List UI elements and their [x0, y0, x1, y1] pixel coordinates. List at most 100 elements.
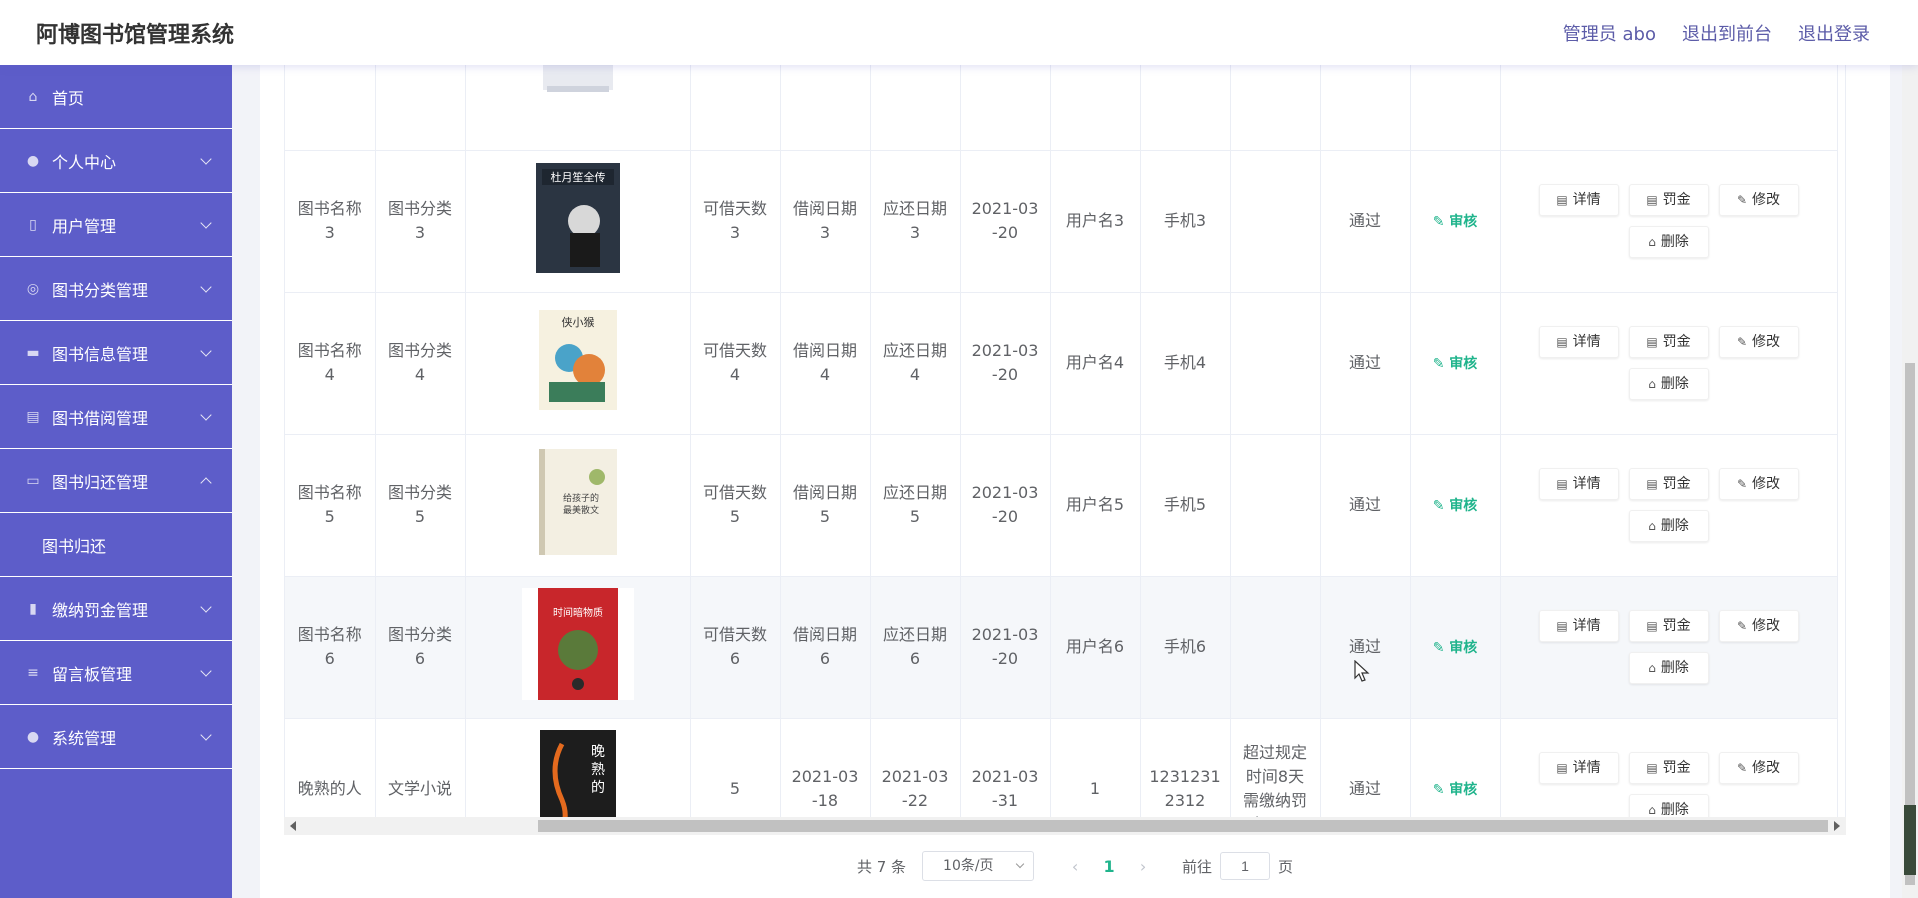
- book-name: 图书名称 6: [285, 576, 376, 719]
- delete-button[interactable]: ⌂ 删除: [1628, 510, 1709, 542]
- borrow-days: 可借天数 3: [690, 150, 781, 293]
- sidebar-item-messages[interactable]: ≡ 留言板管理: [0, 641, 232, 705]
- sidebar-item-books[interactable]: ▬ 图书信息管理: [0, 321, 232, 385]
- bulb-icon: ●: [26, 728, 40, 745]
- detail-button[interactable]: ▤ 详情: [1538, 468, 1619, 500]
- sidebar-item-system[interactable]: ● 系统管理: [0, 705, 232, 769]
- prev-page-icon[interactable]: ‹: [1058, 857, 1092, 876]
- document-icon: ▤: [1556, 335, 1568, 349]
- chevron-down-icon: [200, 281, 212, 293]
- front-link[interactable]: 退出到前台: [1682, 20, 1772, 46]
- horizontal-scrollbar[interactable]: [284, 817, 1846, 835]
- fine-button[interactable]: ▤ 罚金: [1628, 610, 1709, 642]
- document-icon: ▤: [1556, 761, 1568, 775]
- sidebar-item-label: 缴纳罚金管理: [52, 600, 149, 620]
- detail-button-label: 详情: [1572, 476, 1601, 492]
- audit-label: 审核: [1449, 355, 1478, 372]
- edit-button-label: 修改: [1752, 334, 1781, 350]
- edit-button[interactable]: ✎ 修改: [1718, 184, 1799, 216]
- return-date: 2021-03 -20: [960, 434, 1051, 577]
- edit-pen-icon: ✎: [1432, 355, 1445, 372]
- review-status: 通过: [1320, 150, 1411, 293]
- phone: 手机3: [1140, 150, 1231, 293]
- borrow-date: 借阅日期 5: [780, 434, 871, 577]
- audit-button[interactable]: ✎ 审核: [1433, 782, 1478, 798]
- table-row: 晚熟的人文学小说晚熟的莫言 52021-03-182021-03-222021-0…: [285, 718, 1838, 817]
- edit-button[interactable]: ✎ 修改: [1718, 468, 1799, 500]
- delete-button[interactable]: ⌂ 删除: [1628, 794, 1709, 817]
- table-row: [285, 65, 1838, 151]
- sidebar-item-users[interactable]: ▯ 用户管理: [0, 193, 232, 257]
- book-cover-image: 侠小猴: [538, 309, 617, 417]
- page-size-value: 10条/页: [943, 858, 994, 874]
- header-nav: 管理员 abo 退出到前台 退出登录: [1563, 20, 1870, 46]
- delete-button[interactable]: ⌂ 删除: [1628, 652, 1709, 684]
- chevron-down-icon: [200, 217, 212, 229]
- goto-label: 前往: [1182, 857, 1213, 876]
- svg-text:侠小猴: 侠小猴: [561, 315, 594, 329]
- actions-cell: ▤ 详情 ▤ 罚金 ✎ 修改 ⌂ 删除: [1500, 576, 1838, 719]
- document-icon: ▤: [1646, 619, 1658, 633]
- fine-button[interactable]: ▤ 罚金: [1628, 326, 1709, 358]
- scrollbar-thumb[interactable]: [538, 820, 1828, 832]
- detail-button-label: 详情: [1572, 618, 1601, 634]
- delete-button[interactable]: ⌂ 删除: [1628, 226, 1709, 258]
- edit-button-label: 修改: [1752, 618, 1781, 634]
- scroll-right-icon[interactable]: [1834, 821, 1840, 831]
- page-number[interactable]: 1: [1092, 857, 1126, 876]
- audit-button[interactable]: ✎ 审核: [1433, 640, 1478, 656]
- return-date: 2021-03 -20: [960, 150, 1051, 293]
- detail-button[interactable]: ▤ 详情: [1538, 326, 1619, 358]
- review-status: 通过: [1320, 718, 1411, 817]
- goto-page-input[interactable]: [1220, 852, 1271, 880]
- username: 用户名5: [1050, 434, 1141, 577]
- edit-button[interactable]: ✎ 修改: [1718, 752, 1799, 784]
- fine-button-label: 罚金: [1662, 476, 1691, 492]
- document-icon: ▤: [1556, 477, 1568, 491]
- fine-button[interactable]: ▤ 罚金: [1628, 184, 1709, 216]
- edit-button[interactable]: ✎ 修改: [1718, 610, 1799, 642]
- next-page-icon[interactable]: ›: [1126, 857, 1160, 876]
- return-date: 2021-03 -20: [960, 292, 1051, 435]
- fine-button[interactable]: ▤ 罚金: [1628, 468, 1709, 500]
- audit-button[interactable]: ✎ 审核: [1433, 214, 1478, 230]
- document-icon: ▤: [1646, 761, 1658, 775]
- chevron-down-icon: [1015, 859, 1025, 869]
- detail-button[interactable]: ▤ 详情: [1538, 184, 1619, 216]
- remark: [1230, 150, 1321, 293]
- fine-button[interactable]: ▤ 罚金: [1628, 752, 1709, 784]
- audit-button[interactable]: ✎ 审核: [1433, 498, 1478, 514]
- trash-icon: ⌂: [1648, 519, 1656, 533]
- table-row: 图书名称 3 图书分类 3 杜月笙全传 可借天数 3 借阅日期 3 应还日期 3 2021-03 -20…: [285, 150, 1838, 293]
- sidebar-item-home[interactable]: ⌂ 首页: [0, 65, 232, 129]
- scroll-left-icon[interactable]: [290, 821, 296, 831]
- sidebar-item-profile[interactable]: ● 个人中心: [0, 129, 232, 193]
- detail-button[interactable]: ▤ 详情: [1538, 610, 1619, 642]
- remark: 超过规定时间8天需缴纳罚金10元: [1230, 718, 1321, 817]
- edit-button[interactable]: ✎ 修改: [1718, 326, 1799, 358]
- vertical-scrollbar[interactable]: [1902, 65, 1918, 898]
- sidebar-item-return[interactable]: ▭ 图书归还管理: [0, 449, 232, 513]
- sidebar-item-borrow[interactable]: ▤ 图书借阅管理: [0, 385, 232, 449]
- sidebar-subitem-return[interactable]: 图书归还: [0, 513, 232, 577]
- chevron-down-icon: [200, 345, 212, 357]
- sidebar-item-categories[interactable]: ◎ 图书分类管理: [0, 257, 232, 321]
- edit-pen-icon: ✎: [1736, 619, 1748, 633]
- return-table: 图书名称 3 图书分类 3 杜月笙全传 可借天数 3 借阅日期 3 应还日期 3 2021-03 -20…: [284, 65, 1846, 817]
- sidebar-item-fines[interactable]: ▮ 缴纳罚金管理: [0, 577, 232, 641]
- logout-link[interactable]: 退出登录: [1798, 20, 1870, 46]
- delete-button[interactable]: ⌂ 删除: [1628, 368, 1709, 400]
- edit-pen-icon: ✎: [1432, 781, 1445, 798]
- detail-button[interactable]: ▤ 详情: [1538, 752, 1619, 784]
- admin-label[interactable]: 管理员 abo: [1563, 20, 1656, 46]
- audit-label: 审核: [1449, 497, 1478, 514]
- document-icon: ▤: [1556, 193, 1568, 207]
- book-cover: 给孩子的 最美散文: [465, 434, 691, 577]
- remark: [1230, 434, 1321, 577]
- audit-button[interactable]: ✎ 审核: [1433, 356, 1478, 372]
- actions-cell: ▤ 详情 ▤ 罚金 ✎ 修改 ⌂ 删除: [1500, 434, 1838, 577]
- book-cover: 侠小猴: [465, 292, 691, 435]
- bar-chart-icon: ▮: [29, 600, 37, 617]
- page-size-select[interactable]: 10条/页: [922, 851, 1035, 881]
- audit-label: 审核: [1449, 213, 1478, 230]
